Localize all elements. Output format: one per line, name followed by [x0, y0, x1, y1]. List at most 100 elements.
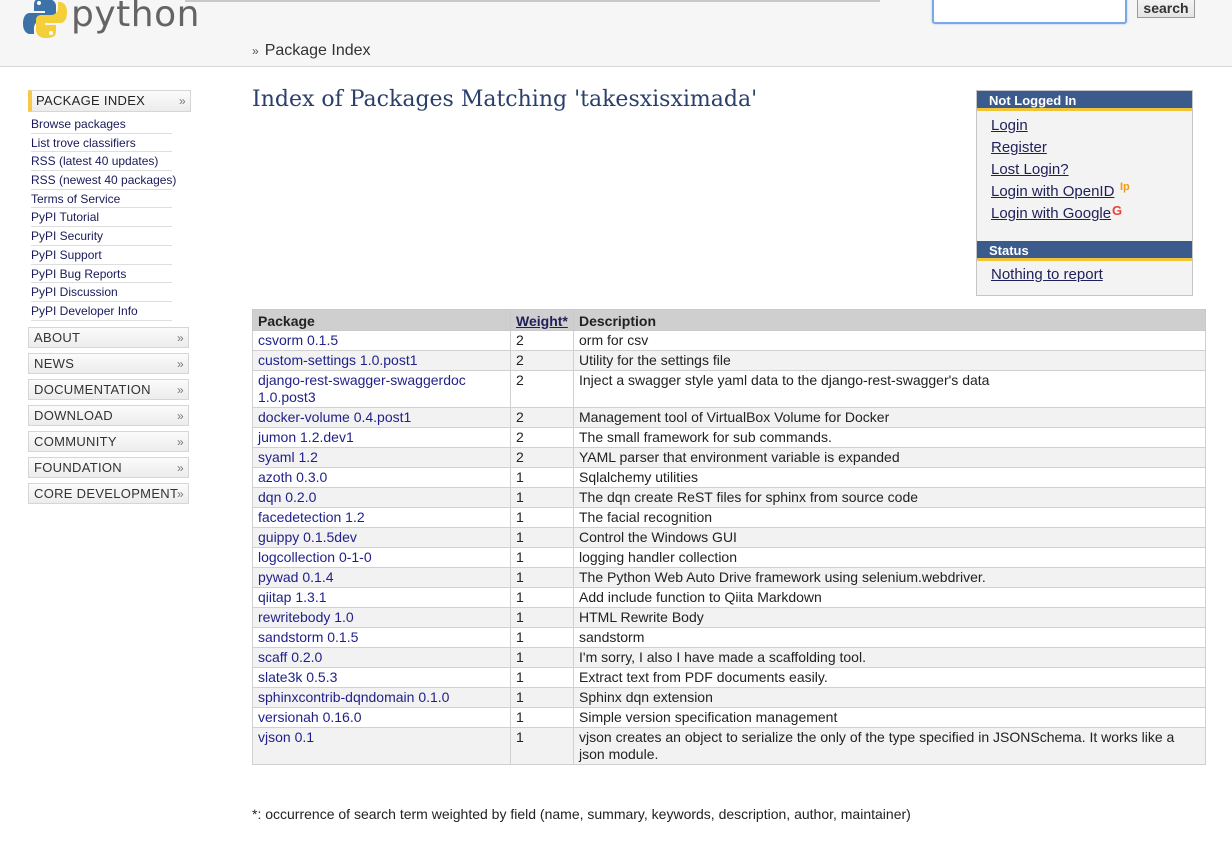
description-cell: The facial recognition — [573, 507, 1206, 528]
logo-wordmark: python — [71, 0, 200, 35]
weight-cell: 1 — [510, 547, 574, 568]
package-cell: sandstorm 0.1.5 — [252, 627, 511, 648]
login-link[interactable]: Login — [991, 117, 1028, 134]
table-header-row: Package Weight* Description — [252, 309, 1206, 331]
package-link[interactable]: dqn 0.2.0 — [258, 489, 316, 505]
description-cell: Simple version specification management — [573, 707, 1206, 728]
description-cell: Sqlalchemy utilities — [573, 467, 1206, 488]
description-cell: YAML parser that environment variable is… — [573, 447, 1206, 468]
chevron-right-icon: » — [177, 409, 184, 423]
package-link[interactable]: facedetection 1.2 — [258, 509, 365, 525]
package-link[interactable]: django-rest-swagger-swaggerdoc 1.0.post3 — [258, 372, 466, 405]
nav-link-rss-newest[interactable]: RSS (newest 40 packages) — [31, 171, 176, 190]
package-index-submenu: Browse packages List trove classifiers R… — [31, 115, 191, 321]
nav-link-support[interactable]: PyPI Support — [31, 246, 172, 265]
package-cell: guippy 0.1.5dev — [252, 527, 511, 548]
nav-section-label: COMMUNITY — [34, 434, 117, 449]
package-link[interactable]: slate3k 0.5.3 — [258, 669, 337, 685]
weight-cell: 1 — [510, 567, 574, 588]
account-sidebox: Not Logged In Login Register Lost Login?… — [976, 90, 1193, 296]
nav-section-foundation[interactable]: FOUNDATION » — [28, 457, 189, 478]
package-cell: pywad 0.1.4 — [252, 567, 511, 588]
table-row: facedetection 1.2 1 The facial recogniti… — [252, 507, 1206, 528]
nav-section-community[interactable]: COMMUNITY » — [28, 431, 189, 452]
description-cell: Sphinx dqn extension — [573, 687, 1206, 708]
package-link[interactable]: custom-settings 1.0.post1 — [258, 352, 418, 368]
table-row: jumon 1.2.dev1 2 The small framework for… — [252, 427, 1206, 448]
login-google-link[interactable]: Login with Google — [991, 205, 1111, 222]
nav-section-news[interactable]: NEWS » — [28, 353, 189, 374]
openid-icon: Ip — [1120, 181, 1130, 193]
nav-link-discussion[interactable]: PyPI Discussion — [31, 283, 172, 302]
nav-section-label: NEWS — [34, 356, 75, 371]
weight-cell: 1 — [510, 607, 574, 628]
package-link[interactable]: csvorm 0.1.5 — [258, 332, 338, 348]
python-snake-icon — [23, 0, 67, 38]
table-row: scaff 0.2.0 1 I'm sorry, I also I have m… — [252, 647, 1206, 668]
chevron-right-icon: » — [177, 383, 184, 397]
package-cell: csvorm 0.1.5 — [252, 330, 511, 351]
nav-section-documentation[interactable]: DOCUMENTATION » — [28, 379, 189, 400]
table-row: azoth 0.3.0 1 Sqlalchemy utilities — [252, 467, 1206, 488]
nav-link-developer-info[interactable]: PyPI Developer Info — [31, 302, 172, 321]
package-link[interactable]: docker-volume 0.4.post1 — [258, 409, 411, 425]
package-link[interactable]: vjson 0.1 — [258, 729, 314, 745]
nav-section-label: DOCUMENTATION — [34, 382, 151, 397]
lost-login-link[interactable]: Lost Login? — [991, 161, 1069, 178]
package-table: Package Weight* Description csvorm 0.1.5… — [252, 309, 1206, 765]
package-link[interactable]: sandstorm 0.1.5 — [258, 629, 358, 645]
description-cell: The Python Web Auto Drive framework usin… — [573, 567, 1206, 588]
breadcrumb-package-index[interactable]: Package Index — [265, 42, 371, 59]
weight-cell: 1 — [510, 647, 574, 668]
status-box-heading: Status — [977, 241, 1192, 261]
package-link[interactable]: scaff 0.2.0 — [258, 649, 322, 665]
nav-link-security[interactable]: PyPI Security — [31, 227, 172, 246]
nav-link-tutorial[interactable]: PyPI Tutorial — [31, 208, 172, 228]
nav-link-rss-updates[interactable]: RSS (latest 40 updates) — [31, 152, 172, 172]
nav-link-trove-classifiers[interactable]: List trove classifiers — [31, 134, 172, 153]
weight-cell: 1 — [510, 487, 574, 508]
weight-cell: 2 — [510, 447, 574, 468]
nav-link-browse-packages[interactable]: Browse packages — [31, 115, 172, 134]
table-row: versionah 0.16.0 1 Simple version specif… — [252, 707, 1206, 728]
package-cell: scaff 0.2.0 — [252, 647, 511, 668]
chevron-right-icon: » — [179, 94, 186, 108]
package-link[interactable]: logcollection 0-1-0 — [258, 549, 372, 565]
description-cell: The small framework for sub commands. — [573, 427, 1206, 448]
table-row: csvorm 0.1.5 2 orm for csv — [252, 330, 1206, 351]
nav-package-index-label: PACKAGE INDEX — [36, 93, 146, 108]
nav-section-about[interactable]: ABOUT » — [28, 327, 189, 348]
status-text[interactable]: Nothing to report — [991, 266, 1103, 283]
package-link[interactable]: azoth 0.3.0 — [258, 469, 327, 485]
register-link[interactable]: Register — [991, 139, 1047, 156]
google-icon: G — [1112, 203, 1123, 218]
nav-section-core-development[interactable]: CORE DEVELOPMENT » — [28, 483, 189, 504]
table-row: custom-settings 1.0.post1 2 Utility for … — [252, 350, 1206, 371]
package-link[interactable]: jumon 1.2.dev1 — [258, 429, 354, 445]
weight-cell: 2 — [510, 330, 574, 351]
column-header-weight[interactable]: Weight* — [510, 309, 574, 331]
table-row: sandstorm 0.1.5 1 sandstorm — [252, 627, 1206, 648]
package-cell: jumon 1.2.dev1 — [252, 427, 511, 448]
package-link[interactable]: pywad 0.1.4 — [258, 569, 334, 585]
nav-section-download[interactable]: DOWNLOAD » — [28, 405, 189, 426]
login-openid-link[interactable]: Login with OpenID — [991, 183, 1114, 200]
weight-cell: 2 — [510, 407, 574, 428]
package-link[interactable]: qiitap 1.3.1 — [258, 589, 327, 605]
package-link[interactable]: sphinxcontrib-dqndomain 0.1.0 — [258, 689, 449, 705]
package-link[interactable]: versionah 0.16.0 — [258, 709, 362, 725]
package-link[interactable]: rewritebody 1.0 — [258, 609, 354, 625]
nav-link-bug-reports[interactable]: PyPI Bug Reports — [31, 265, 172, 284]
table-row: pywad 0.1.4 1 The Python Web Auto Drive … — [252, 567, 1206, 588]
search-button[interactable]: search — [1137, 0, 1195, 18]
search-input[interactable] — [932, 0, 1127, 24]
table-row: docker-volume 0.4.post1 2 Management too… — [252, 407, 1206, 428]
package-cell: dqn 0.2.0 — [252, 487, 511, 508]
package-link[interactable]: syaml 1.2 — [258, 449, 318, 465]
breadcrumb: » Package Index — [252, 42, 371, 60]
python-logo[interactable]: python — [22, 0, 199, 48]
nav-package-index[interactable]: PACKAGE INDEX » — [28, 90, 191, 112]
package-link[interactable]: guippy 0.1.5dev — [258, 529, 357, 545]
nav-link-terms[interactable]: Terms of Service — [31, 190, 172, 209]
weight-cell: 1 — [510, 587, 574, 608]
